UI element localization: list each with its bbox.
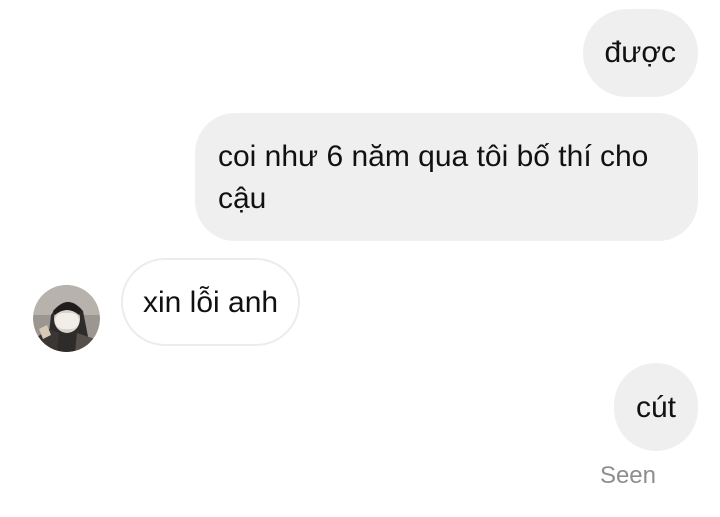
avatar-photo-icon bbox=[33, 285, 100, 352]
message-bubble-sent[interactable]: được bbox=[582, 9, 698, 97]
avatar[interactable] bbox=[33, 285, 100, 352]
seen-status: Seen bbox=[599, 462, 656, 489]
message-bubble-sent[interactable]: coi như 6 năm qua tôi bố thí cho cậu bbox=[195, 113, 698, 241]
message-text: xin lỗi anh bbox=[143, 286, 279, 319]
message-bubble-sent[interactable]: cút bbox=[613, 363, 698, 451]
message-text: được bbox=[604, 36, 676, 69]
message-text: coi như 6 năm qua tôi bố thí cho cậu bbox=[218, 140, 649, 215]
message-bubble-received[interactable]: xin lỗi anh bbox=[121, 258, 301, 346]
message-text: cút bbox=[635, 391, 676, 424]
